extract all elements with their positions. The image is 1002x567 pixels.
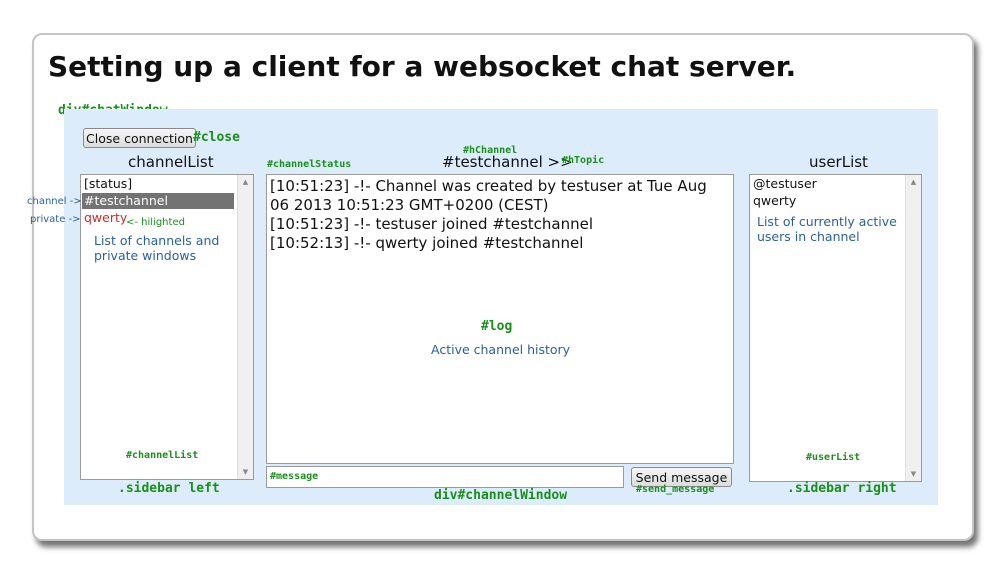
annotation-channel-list: #channelList <box>126 450 199 461</box>
channel-item-testchannel[interactable]: #testchannel <box>82 193 234 209</box>
annotation-channel-window: div#channelWindow <box>434 488 568 503</box>
user-list-scrollbar[interactable]: ▲ ▼ <box>905 175 921 481</box>
scroll-up-icon[interactable]: ▲ <box>238 175 253 189</box>
annotation-sidebar-left: .sidebar left <box>118 481 220 496</box>
close-connection-button[interactable]: Close connection <box>83 128 196 148</box>
annotation-private-arrow: private -> <box>30 214 81 225</box>
log-line: [10:52:13] -!- qwerty joined #testchanne… <box>270 234 584 252</box>
message-input[interactable]: #message <box>266 466 624 488</box>
annotation-user-list: #userList <box>806 452 861 463</box>
user-list-note: List of currently active users in channe… <box>757 214 897 244</box>
channel-list-header: channelList <box>128 153 214 171</box>
user-item[interactable]: qwerty <box>751 193 796 209</box>
scroll-up-icon[interactable]: ▲ <box>906 175 921 189</box>
user-list-header: userList <box>809 153 868 171</box>
annotation-channel-status: #channelStatus <box>267 159 352 170</box>
annotation-message: #message <box>270 471 319 482</box>
log-line: [10:51:23] -!- Channel was created by te… <box>270 177 707 214</box>
scroll-down-icon[interactable]: ▼ <box>238 465 253 479</box>
channel-list-scrollbar[interactable]: ▲ ▼ <box>237 175 253 479</box>
annotation-hilighted: <- hilighted <box>126 217 185 228</box>
channel-item-qwerty[interactable]: qwerty <box>82 210 127 226</box>
log-note: Active channel history <box>431 342 571 357</box>
user-item[interactable]: @testuser <box>751 176 817 192</box>
annotation-log: #log <box>481 319 513 334</box>
annotation-htopic: #hTopic <box>562 155 605 166</box>
scroll-down-icon[interactable]: ▼ <box>906 467 921 481</box>
channel-list-note: List of channels and private windows <box>94 233 220 263</box>
annotation-close: #close <box>193 130 240 145</box>
channel-item-status[interactable]: [status] <box>82 176 234 192</box>
annotation-sidebar-right: .sidebar right <box>787 481 897 496</box>
annotation-send-message: #send_message <box>636 484 715 495</box>
annotation-channel-arrow: channel -> <box>27 196 82 207</box>
channel-header: #testchannel >> <box>442 153 573 171</box>
log-line: [10:51:23] -!- testuser joined #testchan… <box>270 215 594 233</box>
page-title: Setting up a client for a websocket chat… <box>48 50 797 83</box>
